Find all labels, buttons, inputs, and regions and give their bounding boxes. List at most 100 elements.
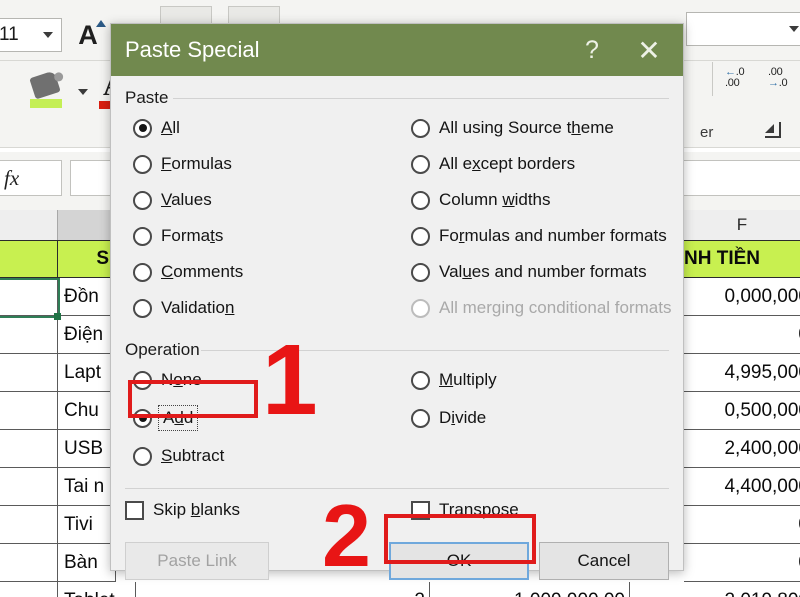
radio-paste-formulas-and-number-formats[interactable]: Formulas and number formats — [411, 226, 667, 246]
radio-paste-all-using-source-theme[interactable]: All using Source theme — [411, 118, 614, 138]
fill-handle[interactable] — [54, 313, 61, 320]
table-cell-price[interactable]: 1,009,900.00 — [430, 582, 630, 597]
table-row[interactable]: 2,019,800 — [684, 582, 800, 597]
chevron-down-icon[interactable] — [43, 32, 53, 38]
column-header-f[interactable]: F — [684, 210, 800, 240]
checkbox-skip-blanks[interactable]: Skip blanks — [125, 500, 240, 520]
dialog-title: Paste Special — [125, 37, 260, 62]
radio-paste-values[interactable]: Values — [133, 190, 212, 210]
radio-label: Formats — [161, 226, 224, 245]
decrease-decimal-icon[interactable]: ←.0.00 — [725, 67, 745, 89]
table-cell-blank[interactable] — [0, 430, 58, 468]
increase-decimal-icon[interactable]: .00 →.0 — [768, 67, 788, 89]
table-cell-blank[interactable] — [0, 506, 58, 544]
dialog-body: Paste All Formulas Values Formats Commen… — [111, 76, 683, 580]
number-dialog-launcher-icon[interactable] — [765, 122, 781, 138]
table-row[interactable]: Tai n — [58, 468, 116, 506]
table-cell-blank[interactable] — [0, 316, 58, 354]
operation-section-label: Operation — [125, 340, 200, 359]
table-cell-blank[interactable] — [0, 392, 58, 430]
paste-special-dialog: Paste Special ? ✕ Paste All Formulas Val… — [110, 23, 684, 580]
table-row[interactable]: 4,400,000 — [684, 468, 800, 506]
table-row[interactable]: 2,400,000 — [684, 430, 800, 468]
table-row[interactable]: Bàn — [58, 544, 116, 582]
table-cell-blank[interactable] — [0, 354, 58, 392]
radio-paste-all[interactable]: All — [133, 118, 180, 138]
font-size-input[interactable]: 11 — [0, 18, 62, 52]
table-row[interactable]: Lapt — [58, 354, 116, 392]
radio-label: Multiply — [439, 370, 497, 389]
radio-paste-validation[interactable]: Validation — [133, 298, 234, 318]
radio-paste-all-except-borders[interactable]: All except borders — [411, 154, 575, 174]
help-icon[interactable]: ? — [575, 33, 609, 67]
table-row[interactable]: USB — [58, 430, 116, 468]
sheet-header-col-b: S — [58, 240, 116, 278]
radio-label: All except borders — [439, 154, 576, 173]
radio-operation-multiply[interactable]: Multiply — [411, 370, 497, 390]
radio-indicator — [133, 446, 152, 466]
number-format-chevron-down-icon[interactable] — [789, 26, 799, 32]
radio-operation-subtract[interactable]: Subtract — [133, 446, 224, 466]
radio-indicator — [411, 262, 430, 282]
radio-paste-comments[interactable]: Comments — [133, 262, 243, 282]
table-row[interactable]: 0,000,000 — [684, 278, 800, 316]
grow-font-button[interactable]: A — [68, 18, 108, 52]
radio-paste-formulas[interactable]: Formulas — [133, 154, 232, 174]
radio-paste-column-widths[interactable]: Column widths — [411, 190, 551, 210]
radio-indicator — [133, 370, 152, 390]
checkbox-transpose[interactable]: Transpose — [411, 500, 519, 520]
table-row[interactable]: Điện — [58, 316, 116, 354]
radio-label: All using Source theme — [439, 118, 614, 137]
radio-indicator — [133, 262, 152, 282]
radio-indicator — [411, 298, 430, 318]
table-row[interactable]: 4,995,000 — [684, 354, 800, 392]
sheet-header-col-f: NH TIỀN — [684, 240, 800, 278]
radio-operation-add[interactable]: Add — [133, 405, 199, 431]
ok-button[interactable]: OK — [389, 542, 529, 580]
radio-label: Subtract — [161, 446, 225, 465]
fill-color-chevron-down-icon[interactable] — [78, 89, 88, 95]
table-cell-blank[interactable] — [0, 544, 58, 582]
number-format-dropdown[interactable] — [686, 12, 800, 46]
table-row[interactable]: Chu — [58, 392, 116, 430]
fill-color-swatch — [30, 99, 62, 108]
selected-cell-outline — [0, 278, 60, 318]
radio-paste-all-merging-conditional-formats[interactable]: All merging conditional formats — [411, 298, 671, 318]
radio-operation-divide[interactable]: Divide — [411, 408, 486, 428]
table-cell-blank[interactable] — [0, 582, 58, 597]
checkbox-label: Transpose — [439, 500, 519, 519]
paste-section-rule — [173, 98, 669, 99]
table-row[interactable]: Tivi — [58, 506, 116, 544]
table-cell-qty[interactable]: 2 — [300, 582, 430, 597]
radio-operation-none[interactable]: None — [133, 370, 202, 390]
column-header-b[interactable] — [58, 210, 116, 240]
table-row[interactable]: Đồn — [58, 278, 116, 316]
table-cell-blank[interactable] — [0, 468, 58, 506]
radio-indicator — [411, 226, 430, 246]
cancel-button[interactable]: Cancel — [539, 542, 669, 580]
table-row[interactable]: 0 — [684, 316, 800, 354]
caret-up-icon — [96, 20, 106, 27]
radio-paste-formats[interactable]: Formats — [133, 226, 223, 246]
radio-indicator — [133, 118, 152, 138]
radio-paste-values-and-number-formats[interactable]: Values and number formats — [411, 262, 647, 282]
close-icon[interactable]: ✕ — [629, 33, 669, 67]
fill-color-button[interactable] — [28, 70, 68, 112]
dialog-title-bar: Paste Special ? ✕ — [111, 24, 683, 76]
checkbox-section-rule — [125, 488, 669, 489]
column-header-a[interactable] — [0, 210, 58, 240]
insert-function-icon[interactable]: fx — [4, 166, 19, 191]
radio-label: Values — [161, 190, 212, 209]
table-row[interactable]: 0 — [684, 544, 800, 582]
radio-label: Add — [157, 405, 199, 431]
radio-indicator — [411, 408, 430, 428]
table-row[interactable]: Tablet — [58, 582, 136, 597]
table-row[interactable]: 0,500,000 — [684, 392, 800, 430]
paste-link-button[interactable]: Paste Link — [125, 542, 269, 580]
radio-indicator — [411, 118, 430, 138]
radio-indicator — [411, 190, 430, 210]
table-row[interactable]: 0 — [684, 506, 800, 544]
checkbox-indicator — [125, 500, 144, 520]
operation-section-rule — [201, 350, 669, 351]
grow-font-label: A — [78, 19, 98, 50]
